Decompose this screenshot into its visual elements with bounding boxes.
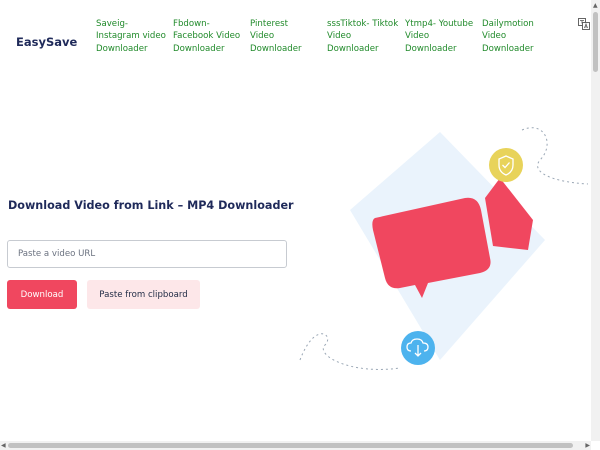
nav-link-ssstiktok[interactable]: sssTiktok- Tiktok Video Downloader (327, 18, 399, 55)
scroll-right-icon[interactable]: ▶ (585, 441, 590, 450)
nav-link-fbdown[interactable]: Fbdown- Facebook Video Downloader (173, 18, 245, 55)
nav-link-ytmp4[interactable]: Ytmp4- Youtube Video Downloader (405, 18, 477, 55)
translate-icon[interactable] (578, 18, 590, 30)
horizontal-scrollbar-thumb[interactable] (8, 443, 573, 448)
video-url-input[interactable] (7, 240, 287, 268)
scroll-up-icon[interactable]: ▲ (593, 1, 598, 10)
shield-check-icon (489, 148, 523, 182)
scroll-left-icon[interactable]: ◀ (1, 441, 6, 450)
nav-link-dailymotion[interactable]: Dailymotion Video Downloader (482, 18, 554, 55)
brand-logo[interactable]: EasySave (16, 35, 77, 49)
nav-link-pinterest[interactable]: Pinterest Video Downloader (250, 18, 310, 55)
dashed-path-bottom (299, 333, 401, 370)
page-title: Download Video from Link – MP4 Downloade… (8, 199, 294, 212)
paste-from-clipboard-button[interactable]: Paste from clipboard (87, 280, 200, 309)
download-button[interactable]: Download (7, 280, 77, 309)
vertical-scrollbar-thumb[interactable] (593, 12, 598, 72)
horizontal-scrollbar[interactable]: ◀ ▶ (0, 441, 591, 450)
vertical-scrollbar[interactable]: ▲ (591, 0, 600, 441)
hero-illustration (299, 127, 589, 370)
nav-link-saveig[interactable]: Saveig- Instagram video Downloader (96, 18, 168, 55)
cloud-download-icon (401, 331, 435, 365)
dashed-path-top (521, 127, 589, 185)
